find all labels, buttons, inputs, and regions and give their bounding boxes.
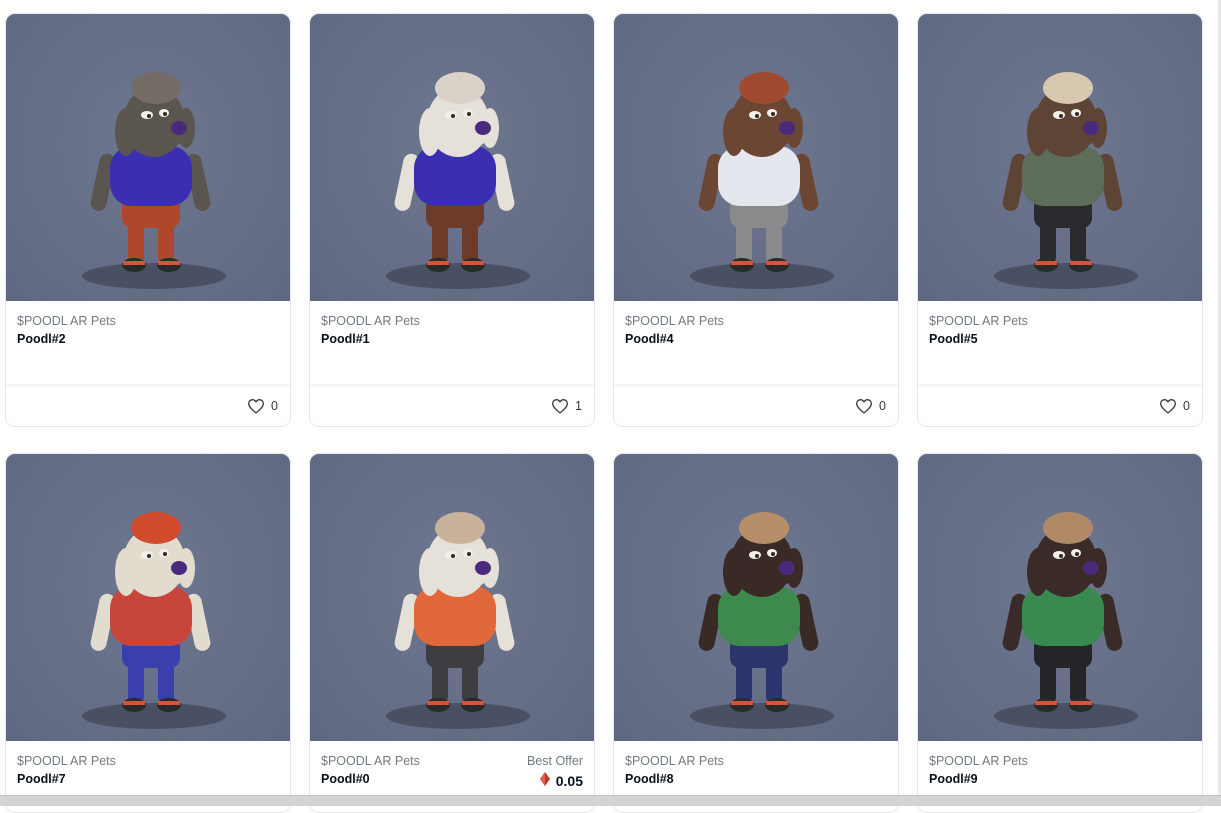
heart-icon[interactable]: [551, 398, 569, 414]
character-render: [386, 72, 530, 289]
nft-image[interactable]: [918, 14, 1202, 301]
favorite-button[interactable]: 0: [855, 398, 886, 414]
nft-card[interactable]: $POODL AR Pets Poodl#5 0: [917, 13, 1203, 427]
nft-image[interactable]: [310, 14, 594, 301]
character-render: [386, 512, 530, 729]
collection-name[interactable]: $POODL AR Pets: [17, 314, 116, 328]
favorite-button[interactable]: 1: [551, 398, 582, 414]
heart-icon[interactable]: [855, 398, 873, 414]
character-render: [690, 72, 834, 289]
nft-name[interactable]: Poodl#0: [321, 772, 370, 786]
character-render: [690, 512, 834, 729]
card-footer: 0: [614, 384, 898, 426]
collection-name[interactable]: $POODL AR Pets: [625, 754, 724, 768]
card-footer: 0: [918, 384, 1202, 426]
collection-name[interactable]: $POODL AR Pets: [17, 754, 116, 768]
nft-name[interactable]: Poodl#1: [321, 332, 370, 346]
best-offer-label: Best Offer: [526, 754, 583, 768]
card-footer: 1: [310, 384, 594, 426]
favorite-button[interactable]: 0: [247, 398, 278, 414]
heart-icon[interactable]: [1159, 398, 1177, 414]
like-count: 0: [1183, 399, 1190, 413]
nft-card[interactable]: $POODL AR Pets Poodl#0 Best Offer 0.05: [309, 453, 595, 813]
character-render: [82, 72, 226, 289]
nft-name[interactable]: Poodl#7: [17, 772, 66, 786]
nft-card[interactable]: $POODL AR Pets Poodl#2 0: [5, 13, 291, 427]
heart-icon[interactable]: [247, 398, 265, 414]
nft-card[interactable]: $POODL AR Pets Poodl#9: [917, 453, 1203, 813]
taskbar: [0, 795, 1221, 806]
nft-image[interactable]: [310, 454, 594, 741]
favorite-button[interactable]: 0: [1159, 398, 1190, 414]
like-count: 0: [879, 399, 886, 413]
like-count: 0: [271, 399, 278, 413]
character-render: [82, 512, 226, 729]
nft-image[interactable]: [6, 14, 290, 301]
nft-card[interactable]: $POODL AR Pets Poodl#8: [613, 453, 899, 813]
ethereum-icon: [539, 772, 550, 789]
collection-name[interactable]: $POODL AR Pets: [625, 314, 724, 328]
nft-image[interactable]: [614, 14, 898, 301]
nft-card[interactable]: $POODL AR Pets Poodl#4 0: [613, 13, 899, 427]
card-footer: 0: [6, 384, 290, 426]
nft-name[interactable]: Poodl#8: [625, 772, 674, 786]
character-render: [994, 512, 1138, 729]
nft-name[interactable]: Poodl#2: [17, 332, 66, 346]
nft-image[interactable]: [614, 454, 898, 741]
best-offer-price: 0.05: [539, 772, 583, 789]
collection-name[interactable]: $POODL AR Pets: [321, 314, 420, 328]
nft-name[interactable]: Poodl#9: [929, 772, 978, 786]
collection-name[interactable]: $POODL AR Pets: [929, 754, 1028, 768]
nft-image[interactable]: [6, 454, 290, 741]
collection-name[interactable]: $POODL AR Pets: [321, 754, 420, 768]
nft-card[interactable]: $POODL AR Pets Poodl#7: [5, 453, 291, 813]
price-value: 0.05: [555, 772, 583, 789]
character-render: [994, 72, 1138, 289]
nft-image[interactable]: [918, 454, 1202, 741]
like-count: 1: [575, 399, 582, 413]
collection-name[interactable]: $POODL AR Pets: [929, 314, 1028, 328]
nft-name[interactable]: Poodl#5: [929, 332, 978, 346]
nft-name[interactable]: Poodl#4: [625, 332, 674, 346]
nft-card[interactable]: $POODL AR Pets Poodl#1 1: [309, 13, 595, 427]
